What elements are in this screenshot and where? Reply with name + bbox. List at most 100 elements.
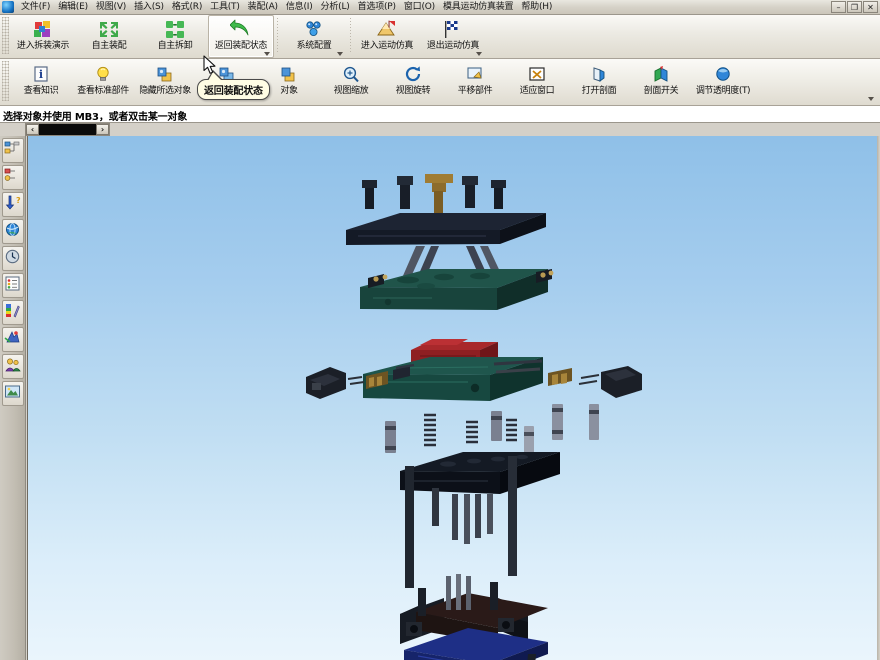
close-button[interactable]: ✕ — [863, 1, 878, 13]
graphics-viewport[interactable]: Y Z X — [27, 136, 880, 660]
assemble-arrows-icon — [98, 19, 120, 40]
open-section-button[interactable]: 打开剖面 — [568, 59, 630, 105]
button-label: 打开剖面 — [581, 86, 617, 96]
menu-item-view[interactable]: 视图(V) — [92, 0, 130, 14]
button-label: 视图旋转 — [395, 86, 431, 96]
menu-item-tools[interactable]: 工具(T) — [206, 0, 244, 14]
history-scroll-control[interactable]: ‹ › — [25, 123, 110, 136]
menu-item-insert[interactable]: 插入(S) — [130, 0, 168, 14]
part-navigator-icon: ? — [4, 194, 21, 215]
menu-item-mold-simulation[interactable]: 模具运动仿真装置 — [439, 0, 517, 14]
transparency-adjust-button[interactable]: 调节透明度(T) — [692, 59, 754, 105]
brass-center-stud — [425, 174, 453, 213]
group-dropdown-arrow-icon[interactable] — [264, 52, 270, 56]
button-label: 视图缩放 — [333, 86, 369, 96]
toolbar-group-disassembly: 进入拆装演示 自主装配 自主拆卸 返回装配状态 — [10, 15, 274, 58]
toolbar-separator-2 — [350, 18, 351, 52]
transparency-icon — [713, 65, 733, 84]
application-logo-icon — [2, 1, 14, 13]
enter-motion-simulation-button[interactable]: 进入运动仿真 — [354, 15, 420, 58]
hide-selected-icon — [155, 65, 175, 84]
palette-list-icon — [4, 275, 21, 296]
system-config-button[interactable]: 系统配置 — [281, 15, 347, 58]
resource-image-preview[interactable] — [1, 381, 24, 406]
right-slider-block — [578, 366, 642, 398]
resource-system-scenes[interactable] — [1, 327, 24, 352]
info-book-icon: i — [31, 65, 51, 84]
resource-constraint-navigator[interactable] — [1, 165, 24, 190]
menu-item-preferences[interactable]: 首选项(P) — [354, 0, 400, 14]
menu-item-help[interactable]: 帮助(H) — [517, 0, 556, 14]
maximize-button[interactable]: ❐ — [847, 1, 862, 13]
button-label: 查看标准部件 — [77, 86, 129, 96]
section-toggle-button[interactable]: 剖面开关 — [630, 59, 692, 105]
exploded-assembly-model[interactable]: Y Z X — [28, 136, 880, 660]
prompt-status-bar: 选择对象并使用 MB3，或者双击某一对象 — [0, 106, 880, 123]
left-slider-block — [306, 367, 365, 399]
resource-assembly-navigator[interactable] — [1, 138, 24, 163]
menu-item-file[interactable]: 文件(F) — [17, 0, 54, 14]
button-label: 隐藏所选对象 — [139, 86, 191, 96]
group-dropdown-arrow-icon[interactable] — [337, 52, 343, 56]
tooltip-return-assembly-state: 返回装配状态 — [197, 70, 270, 100]
scroll-prev-button[interactable]: ‹ — [26, 124, 39, 135]
enter-disassembly-demo-button[interactable]: 进入拆装演示 — [10, 15, 76, 58]
svg-text:?: ? — [16, 196, 21, 205]
resource-part-navigator[interactable]: ? — [1, 192, 24, 217]
toolbar-separator-1 — [277, 18, 278, 52]
menu-item-format[interactable]: 格式(R) — [168, 0, 206, 14]
enter-simulation-icon — [376, 19, 398, 40]
disassemble-arrows-icon — [164, 19, 186, 40]
button-label: 对象 — [280, 86, 298, 96]
toolbar-grip-1[interactable] — [2, 17, 9, 54]
view-standard-parts-button[interactable]: 查看标准部件 — [72, 59, 134, 105]
group-dropdown-arrow-icon[interactable] — [476, 52, 482, 56]
checkered-flag-icon — [442, 19, 464, 40]
upper-cavity-plate — [360, 269, 548, 310]
resource-system-materials[interactable] — [1, 300, 24, 325]
exit-motion-simulation-button[interactable]: 退出运动仿真 — [420, 15, 486, 58]
ejector-guide-pins — [385, 404, 599, 459]
application-window: 文件(F) 编辑(E) 视图(V) 插入(S) 格式(R) 工具(T) 装配(A… — [0, 0, 880, 660]
fit-window-icon — [527, 65, 547, 84]
system-config-icon — [303, 19, 325, 40]
rotate-view-button[interactable]: 视图旋转 — [382, 59, 444, 105]
system-scenes-icon — [4, 329, 21, 350]
minimize-button[interactable]: – — [831, 1, 846, 13]
button-label: 返回装配状态 — [214, 41, 268, 51]
fit-window-button[interactable]: 适应窗口 — [506, 59, 568, 105]
menu-item-information[interactable]: 信息(I) — [282, 0, 317, 14]
top-clamping-plate — [346, 213, 546, 245]
return-to-assembly-state-button[interactable]: 返回装配状态 — [208, 15, 274, 58]
secondary-toolbar: i 查看知识 查看标准部件 隐藏所选对象 对象 视图缩放 视图旋转 平移部件 适… — [0, 59, 880, 106]
coil-springs — [424, 413, 517, 447]
section-toggle-icon — [651, 65, 671, 84]
hide-selected-objects-button[interactable]: 隐藏所选对象 — [134, 59, 196, 105]
button-label: 自主拆卸 — [157, 41, 193, 51]
button-label: 进入拆装演示 — [16, 41, 70, 51]
pan-part-icon — [465, 65, 485, 84]
scroll-next-button[interactable]: › — [96, 124, 109, 135]
auto-assemble-button[interactable]: 自主装配 — [76, 15, 142, 58]
menu-item-analysis[interactable]: 分析(L) — [317, 0, 354, 14]
zoom-view-button[interactable]: 视图缩放 — [320, 59, 382, 105]
button-label: 自主装配 — [91, 41, 127, 51]
menu-item-edit[interactable]: 编辑(E) — [54, 0, 92, 14]
resource-web-browser[interactable] — [1, 219, 24, 244]
auto-disassemble-button[interactable]: 自主拆卸 — [142, 15, 208, 58]
ejector-support-plate — [400, 452, 560, 494]
resource-roles[interactable] — [1, 354, 24, 379]
secondary-toolbar-overflow-arrow-icon[interactable] — [868, 97, 874, 101]
view-knowledge-button[interactable]: i 查看知识 — [10, 59, 72, 105]
menu-item-assembly[interactable]: 装配(A) — [244, 0, 282, 14]
window-controls: – ❐ ✕ — [831, 1, 878, 13]
toolbar-grip-2[interactable] — [2, 61, 9, 101]
pan-part-button[interactable]: 平移部件 — [444, 59, 506, 105]
ejector-pins-lower — [432, 488, 493, 544]
scroll-track[interactable] — [39, 124, 96, 135]
assembly-navigator-icon — [4, 140, 21, 161]
resource-history[interactable] — [1, 246, 24, 271]
menu-item-window[interactable]: 窗口(O) — [400, 0, 439, 14]
open-section-icon — [589, 65, 609, 84]
resource-palette-list[interactable] — [1, 273, 24, 298]
